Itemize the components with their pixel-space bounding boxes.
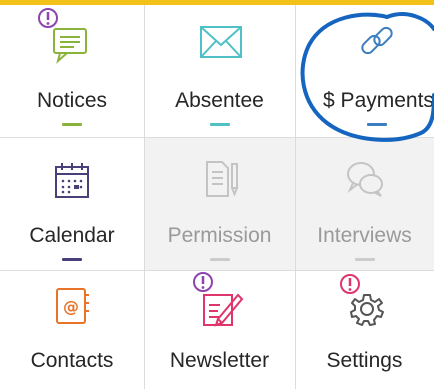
tile-calendar[interactable]: Calendar [0, 138, 144, 270]
tile-interviews-label: Interviews [317, 224, 412, 247]
tile-contacts[interactable]: @ Contacts [0, 271, 144, 389]
address-book-icon: @ [56, 288, 89, 324]
tile-notices-label: Notices [36, 89, 108, 112]
notification-badge-icon [193, 272, 213, 292]
tile-calendar-underline [62, 258, 82, 261]
tile-newsletter-label: Newsletter [169, 349, 270, 372]
tile-calendar-label: Calendar [29, 224, 115, 247]
tile-interviews-underline [354, 258, 375, 261]
grid-divider [144, 5, 145, 389]
grid-divider [0, 270, 434, 271]
chat-bubbles-icon [346, 162, 383, 197]
tile-payments-underline [367, 123, 387, 126]
tile-notices[interactable]: Notices [0, 5, 144, 137]
grid-divider [0, 137, 434, 138]
tile-notices-underline [62, 123, 82, 126]
tile-payments-label: $ Payments [323, 89, 434, 112]
tile-payments[interactable]: $ Payments [295, 5, 434, 137]
grid-divider [295, 5, 296, 389]
svg-text:@: @ [63, 297, 79, 316]
menu-grid: Notices Absentee $ Payments Calendar Per… [0, 5, 434, 389]
tile-settings-label: Settings [326, 349, 403, 372]
calendar-icon [55, 163, 89, 198]
notification-badge-icon [38, 8, 58, 28]
notification-badge-icon [340, 274, 360, 294]
tile-absentee-underline [209, 123, 230, 126]
tile-permission-label: Permission [167, 224, 272, 247]
tile-permission[interactable]: Permission [144, 138, 295, 270]
tile-contacts-label: Contacts [30, 349, 114, 372]
tile-permission-underline [209, 258, 230, 261]
tile-settings[interactable]: Settings [295, 271, 434, 389]
permission-form-icon [205, 161, 238, 197]
link-icon [361, 26, 393, 55]
tile-absentee-label: Absentee [175, 89, 264, 112]
envelope-icon [199, 26, 242, 58]
tile-interviews[interactable]: Interviews [295, 138, 434, 270]
tile-absentee[interactable]: Absentee [144, 5, 295, 137]
tile-newsletter[interactable]: Newsletter [144, 271, 295, 389]
